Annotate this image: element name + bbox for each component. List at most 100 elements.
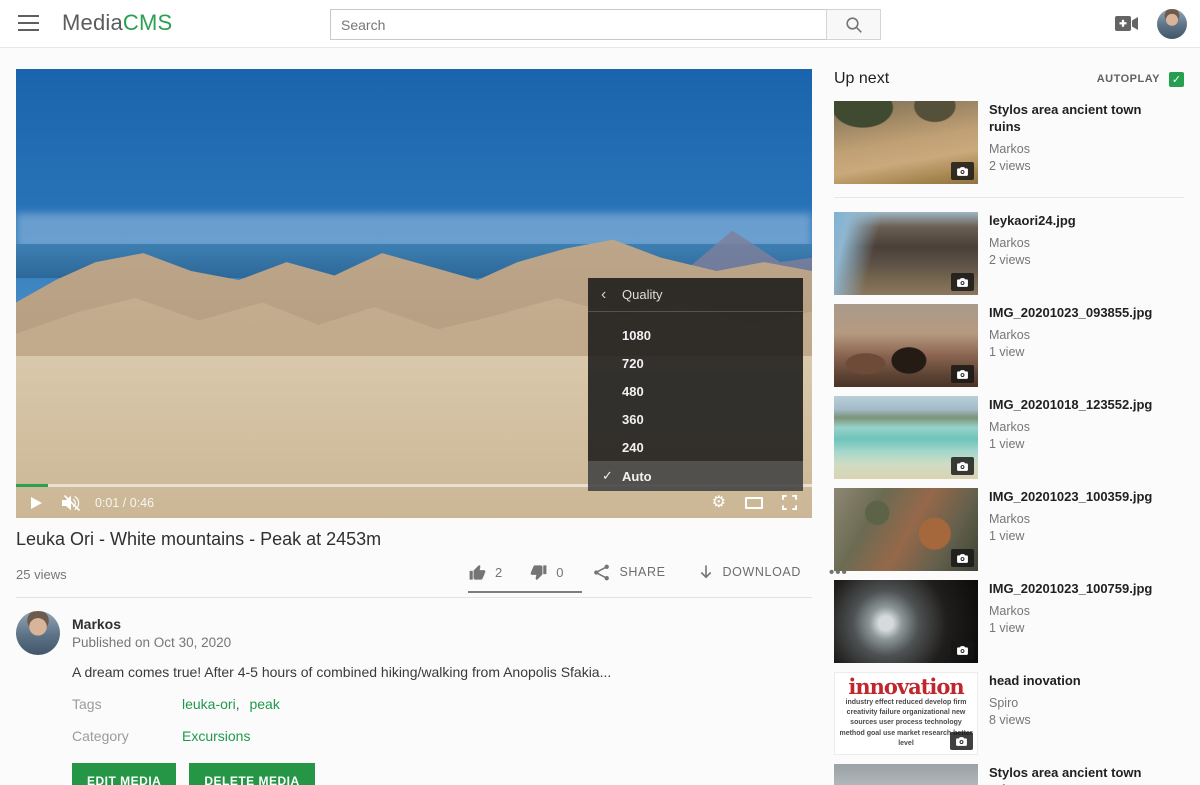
- share-icon: [593, 564, 610, 581]
- dislike-button[interactable]: 0: [529, 563, 563, 582]
- media-item-author: Markos: [989, 328, 1152, 342]
- play-button[interactable]: [31, 497, 42, 509]
- media-thumbnail[interactable]: [834, 580, 978, 663]
- media-item-views: 1 view: [989, 621, 1152, 635]
- up-next-sidebar: Up next AUTOPLAY ✓ Stylos area ancient t…: [834, 69, 1184, 785]
- author-avatar[interactable]: [16, 611, 60, 655]
- media-thumbnail[interactable]: [834, 101, 978, 184]
- tags-label: Tags: [72, 696, 182, 712]
- download-button[interactable]: DOWNLOAD: [698, 564, 801, 581]
- upnext-list: Stylos area ancient town ruins Markos 2 …: [834, 101, 1184, 785]
- media-thumbnail[interactable]: [834, 764, 978, 785]
- user-avatar[interactable]: [1157, 9, 1187, 39]
- quality-option-label: 1080: [622, 328, 651, 343]
- share-label: SHARE: [619, 565, 665, 579]
- logo[interactable]: MediaCMS: [62, 10, 172, 36]
- quality-menu-list: ✓ 1080 ✓ 720 ✓ 480 ✓ 360 ✓ 240 ✓ Auto: [588, 312, 803, 491]
- check-icon: ✓: [602, 468, 622, 484]
- media-item-title: Stylos area ancient town ruins: [989, 102, 1174, 136]
- category-row: CategoryExcursions: [72, 728, 250, 744]
- theater-mode-button[interactable]: [745, 497, 763, 509]
- tag-link-2[interactable]: peak: [249, 696, 279, 712]
- up-next-title: Up next: [834, 70, 889, 88]
- search-input[interactable]: [330, 9, 826, 40]
- delete-media-button[interactable]: DELETE MEDIA: [189, 763, 314, 785]
- autoplay-checkbox[interactable]: ✓: [1169, 72, 1184, 87]
- list-item[interactable]: IMG_20201023_100759.jpg Markos 1 view: [834, 580, 1184, 663]
- quality-option[interactable]: ✓ 240: [588, 433, 803, 461]
- media-item-views: 2 views: [989, 159, 1174, 173]
- camera-badge-icon: [951, 273, 974, 291]
- list-item[interactable]: IMG_20201023_100359.jpg Markos 1 view: [834, 488, 1184, 571]
- list-item[interactable]: IMG_20201023_093855.jpg Markos 1 view: [834, 304, 1184, 387]
- quality-menu-title: Quality: [622, 287, 662, 302]
- publish-date: Published on Oct 30, 2020: [72, 635, 231, 650]
- theater-mode-icon: [745, 497, 763, 509]
- fullscreen-button[interactable]: [782, 495, 797, 510]
- thumb-down-icon: [529, 563, 548, 582]
- chevron-left-icon: ‹: [601, 286, 622, 304]
- camera-badge-icon: [950, 732, 973, 750]
- quality-option[interactable]: ✓ Auto: [588, 461, 803, 491]
- media-title: Leuka Ori - White mountains - Peak at 24…: [16, 529, 381, 550]
- quality-menu-back[interactable]: ‹ Quality: [588, 278, 803, 312]
- rating-underline: [468, 591, 582, 593]
- media-thumbnail[interactable]: innovation industry effect reduced devel…: [834, 672, 978, 755]
- list-item[interactable]: IMG_20201018_123552.jpg Markos 1 view: [834, 396, 1184, 479]
- autoplay-control: AUTOPLAY ✓: [1097, 72, 1184, 87]
- share-button[interactable]: SHARE: [593, 564, 665, 581]
- logo-primary: Media: [62, 10, 123, 35]
- camera-badge-icon: [951, 365, 974, 383]
- media-item-author: Spiro: [989, 696, 1081, 710]
- like-count: 2: [495, 565, 502, 580]
- download-label: DOWNLOAD: [723, 565, 801, 579]
- list-item[interactable]: Stylos area ancient town ruins Markos: [834, 764, 1184, 785]
- list-item[interactable]: leykaori24.jpg Markos 2 views: [834, 212, 1184, 295]
- camera-badge-icon: [951, 457, 974, 475]
- section-divider: [16, 597, 812, 598]
- category-link[interactable]: Excursions: [182, 728, 250, 744]
- media-info: IMG_20201023_100359.jpg Markos 1 view: [978, 488, 1152, 571]
- quality-option-label: 360: [622, 412, 644, 427]
- media-item-author: Markos: [989, 236, 1076, 250]
- search-icon: [845, 16, 863, 34]
- menu-icon[interactable]: [18, 15, 39, 32]
- list-item[interactable]: Stylos area ancient town ruins Markos 2 …: [834, 101, 1184, 198]
- media-item-title: IMG_20201023_100359.jpg: [989, 489, 1152, 506]
- media-item-views: 1 view: [989, 529, 1152, 543]
- like-button[interactable]: 2: [468, 563, 502, 582]
- media-thumbnail[interactable]: [834, 304, 978, 387]
- author-name[interactable]: Markos: [72, 616, 121, 632]
- thumb-up-icon: [468, 563, 487, 582]
- media-thumbnail[interactable]: [834, 396, 978, 479]
- media-thumbnail[interactable]: [834, 212, 978, 295]
- video-controls: 0:01 / 0:46 ⚙: [16, 487, 812, 518]
- list-item[interactable]: innovation industry effect reduced devel…: [834, 672, 1184, 755]
- camera-badge-icon: [951, 162, 974, 180]
- media-item-title: head inovation: [989, 673, 1081, 690]
- video-player[interactable]: ‹ Quality ✓ 1080 ✓ 720 ✓ 480 ✓ 360 ✓ 240…: [16, 69, 812, 518]
- upload-media-icon[interactable]: [1115, 16, 1138, 36]
- edit-media-button[interactable]: EDIT MEDIA: [72, 763, 176, 785]
- dislike-count: 0: [556, 565, 563, 580]
- up-next-header: Up next AUTOPLAY ✓: [834, 69, 1184, 89]
- media-info: Stylos area ancient town ruins Markos: [978, 764, 1174, 785]
- media-item-author: Markos: [989, 420, 1152, 434]
- search-button[interactable]: [826, 9, 881, 40]
- camera-badge-icon: [951, 549, 974, 567]
- media-description: A dream comes true! After 4-5 hours of c…: [72, 664, 692, 680]
- quality-option[interactable]: ✓ 1080: [588, 321, 803, 349]
- play-icon: [31, 497, 42, 509]
- quality-option[interactable]: ✓ 480: [588, 377, 803, 405]
- quality-option[interactable]: ✓ 360: [588, 405, 803, 433]
- media-thumbnail[interactable]: [834, 488, 978, 571]
- quality-option[interactable]: ✓ 720: [588, 349, 803, 377]
- media-item-views: 2 views: [989, 253, 1076, 267]
- settings-button[interactable]: ⚙: [712, 495, 726, 511]
- media-item-title: IMG_20201023_093855.jpg: [989, 305, 1152, 322]
- quality-menu: ‹ Quality ✓ 1080 ✓ 720 ✓ 480 ✓ 360 ✓ 240…: [588, 278, 803, 491]
- mute-button[interactable]: [62, 495, 81, 511]
- check-icon: ✓: [1172, 73, 1181, 86]
- tag-link-1[interactable]: leuka-ori: [182, 696, 236, 712]
- thumbnail-wordcloud-main: innovation: [835, 675, 977, 698]
